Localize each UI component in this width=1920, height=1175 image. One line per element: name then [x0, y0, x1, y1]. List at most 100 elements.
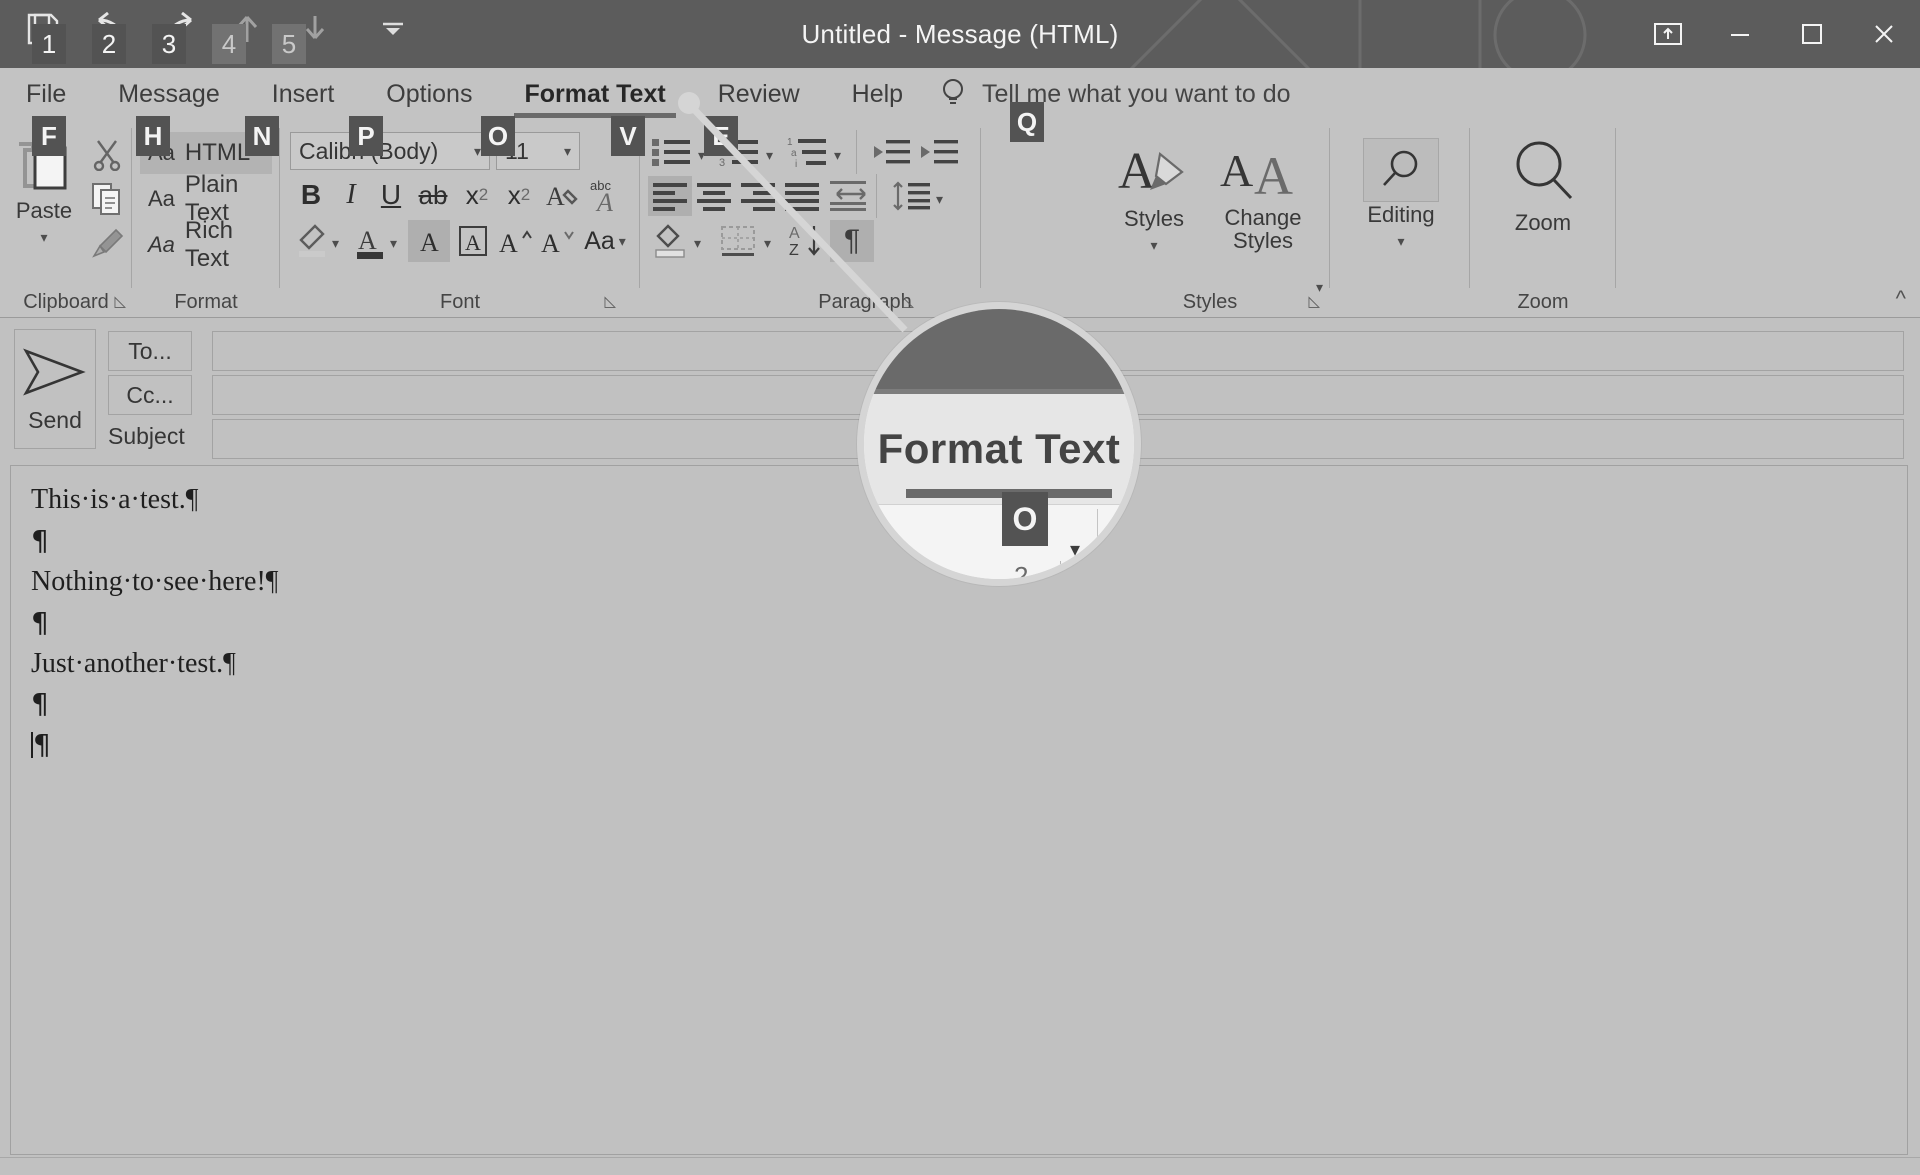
- close-button[interactable]: [1848, 0, 1920, 68]
- justify-button[interactable]: [780, 176, 824, 216]
- text-effects-button[interactable]: abc A: [586, 176, 628, 216]
- multilevel-list-button[interactable]: 1 a i: [784, 132, 832, 172]
- shrink-font-button[interactable]: A: [538, 220, 580, 262]
- grow-font-button[interactable]: A: [496, 220, 538, 262]
- zoom-magnifier-icon: [1516, 141, 1573, 200]
- sort-button[interactable]: A Z: [784, 220, 828, 262]
- minimize-button[interactable]: [1704, 0, 1776, 68]
- show-paragraph-marks-button[interactable]: ¶: [830, 220, 874, 262]
- tab-options[interactable]: Options: [360, 68, 498, 120]
- decrease-indent-icon: [874, 140, 910, 164]
- editing-button[interactable]: Editing ▾: [1358, 138, 1444, 248]
- clipboard-dialog-launcher[interactable]: ◺: [114, 292, 126, 310]
- styles-caret-icon[interactable]: ▾: [1150, 238, 1157, 252]
- styles-dialog-launcher[interactable]: ◺: [1308, 292, 1320, 310]
- underline-button[interactable]: U: [372, 176, 410, 214]
- tab-help[interactable]: Help: [826, 68, 929, 120]
- svg-text:3: 3: [719, 157, 725, 169]
- tab-file[interactable]: File: [0, 68, 92, 120]
- font-dialog-launcher[interactable]: ◺: [604, 292, 616, 310]
- highlight-caret-icon[interactable]: ▾: [332, 236, 339, 250]
- ltr-text-direction-button[interactable]: [826, 176, 870, 216]
- font-color-button[interactable]: A: [350, 220, 390, 262]
- font-name-combobox[interactable]: Calibri (Body) ▾: [290, 132, 490, 170]
- bullet-list-icon: [652, 139, 690, 166]
- font-color-caret-icon[interactable]: ▾: [390, 236, 397, 250]
- ribbon-tab-strip[interactable]: File Message Insert Options Format Text …: [0, 68, 929, 120]
- strikethrough-button[interactable]: ab: [412, 176, 454, 214]
- bold-button[interactable]: B: [292, 176, 330, 214]
- superscript-button[interactable]: x2: [498, 176, 540, 214]
- ribbon-display-options-button[interactable]: [1632, 0, 1704, 68]
- divider: [856, 130, 857, 174]
- editing-caret-icon[interactable]: ▾: [1397, 234, 1404, 248]
- format-plain-text-option[interactable]: Aa Plain Text: [140, 171, 272, 226]
- cut-button[interactable]: [88, 136, 126, 174]
- send-button[interactable]: Send: [14, 329, 96, 449]
- group-styles: A Styles ▾ A A Change Styles ▾ Styles ◺: [1090, 120, 1330, 318]
- font-size-caret-icon[interactable]: ▾: [564, 144, 571, 158]
- window-controls[interactable]: [1632, 0, 1920, 68]
- align-left-button[interactable]: [648, 176, 692, 216]
- change-case-caret-icon[interactable]: ▾: [619, 234, 626, 248]
- svg-text:A: A: [1254, 146, 1293, 206]
- numbering-caret-icon[interactable]: ▾: [766, 148, 773, 162]
- bullets-button[interactable]: [648, 132, 696, 172]
- align-right-button[interactable]: [736, 176, 780, 216]
- zoom-button[interactable]: Zoom: [1498, 138, 1588, 236]
- decrease-indent-button[interactable]: [868, 132, 914, 172]
- font-name-caret-icon[interactable]: ▾: [474, 144, 481, 158]
- cc-button[interactable]: Cc...: [108, 375, 192, 415]
- to-button[interactable]: To...: [108, 331, 192, 371]
- borders-button[interactable]: [714, 220, 762, 262]
- paste-dropdown-caret-icon[interactable]: ▾: [40, 230, 47, 244]
- format-rich-text-label: Rich Text: [184, 217, 233, 272]
- group-label-format: Format: [174, 291, 238, 313]
- character-shading-button[interactable]: A: [408, 220, 450, 262]
- body-line-text: ¶: [33, 728, 51, 762]
- shading-caret-icon[interactable]: ▾: [694, 236, 701, 250]
- paragraph-dialog-launcher[interactable]: ◺: [902, 292, 914, 310]
- borders-caret-icon[interactable]: ▾: [764, 236, 771, 250]
- copy-button[interactable]: [88, 180, 126, 218]
- clear-formatting-button[interactable]: A: [542, 176, 584, 214]
- editing-icon-frame: [1363, 138, 1439, 202]
- grow-font-icon: A: [499, 229, 532, 258]
- keytip-tab-review: V: [611, 116, 645, 156]
- tab-review[interactable]: Review: [692, 68, 826, 120]
- send-label: Send: [28, 406, 82, 433]
- group-label-font: Font: [439, 291, 481, 313]
- keytip-qat-3: 3: [152, 24, 186, 64]
- styles-button[interactable]: A Styles ▾: [1104, 138, 1204, 252]
- character-border-button[interactable]: A: [452, 220, 494, 262]
- line-spacing-caret-icon[interactable]: ▾: [936, 192, 943, 206]
- align-center-button[interactable]: [692, 176, 736, 216]
- collapse-ribbon-button[interactable]: ^: [1896, 286, 1906, 312]
- line-spacing-button[interactable]: [888, 176, 934, 216]
- tab-insert[interactable]: Insert: [246, 68, 361, 120]
- svg-text:a: a: [791, 148, 797, 159]
- subscript-button[interactable]: x2: [456, 176, 498, 214]
- svg-text:A: A: [541, 229, 560, 258]
- italic-button[interactable]: I: [332, 176, 370, 214]
- svg-text:Z: Z: [789, 242, 799, 259]
- shading-button[interactable]: [648, 220, 692, 262]
- tell-me-search[interactable]: Tell me what you want to do: [940, 68, 1291, 120]
- format-rich-text-option[interactable]: Aa Rich Text: [140, 217, 272, 272]
- align-center-icon: [697, 183, 731, 211]
- increase-indent-button[interactable]: [916, 132, 962, 172]
- magnifier-icon: [1383, 150, 1418, 186]
- copy-icon: [92, 183, 120, 215]
- text-highlight-color-button[interactable]: [292, 220, 332, 262]
- keytip-qat-4: 4: [212, 24, 246, 64]
- svg-text:A: A: [420, 228, 439, 257]
- tab-message[interactable]: Message: [92, 68, 245, 120]
- maximize-button[interactable]: [1776, 0, 1848, 68]
- change-styles-label-line2: Styles: [1233, 228, 1293, 254]
- change-styles-button[interactable]: A A Change Styles: [1208, 138, 1318, 252]
- change-case-button[interactable]: Aa ▾: [580, 220, 630, 262]
- format-painter-button[interactable]: [88, 224, 126, 262]
- multilevel-caret-icon[interactable]: ▾: [834, 148, 841, 162]
- tab-format-text[interactable]: Format Text: [498, 68, 691, 120]
- subject-label: Subject: [108, 423, 185, 449]
